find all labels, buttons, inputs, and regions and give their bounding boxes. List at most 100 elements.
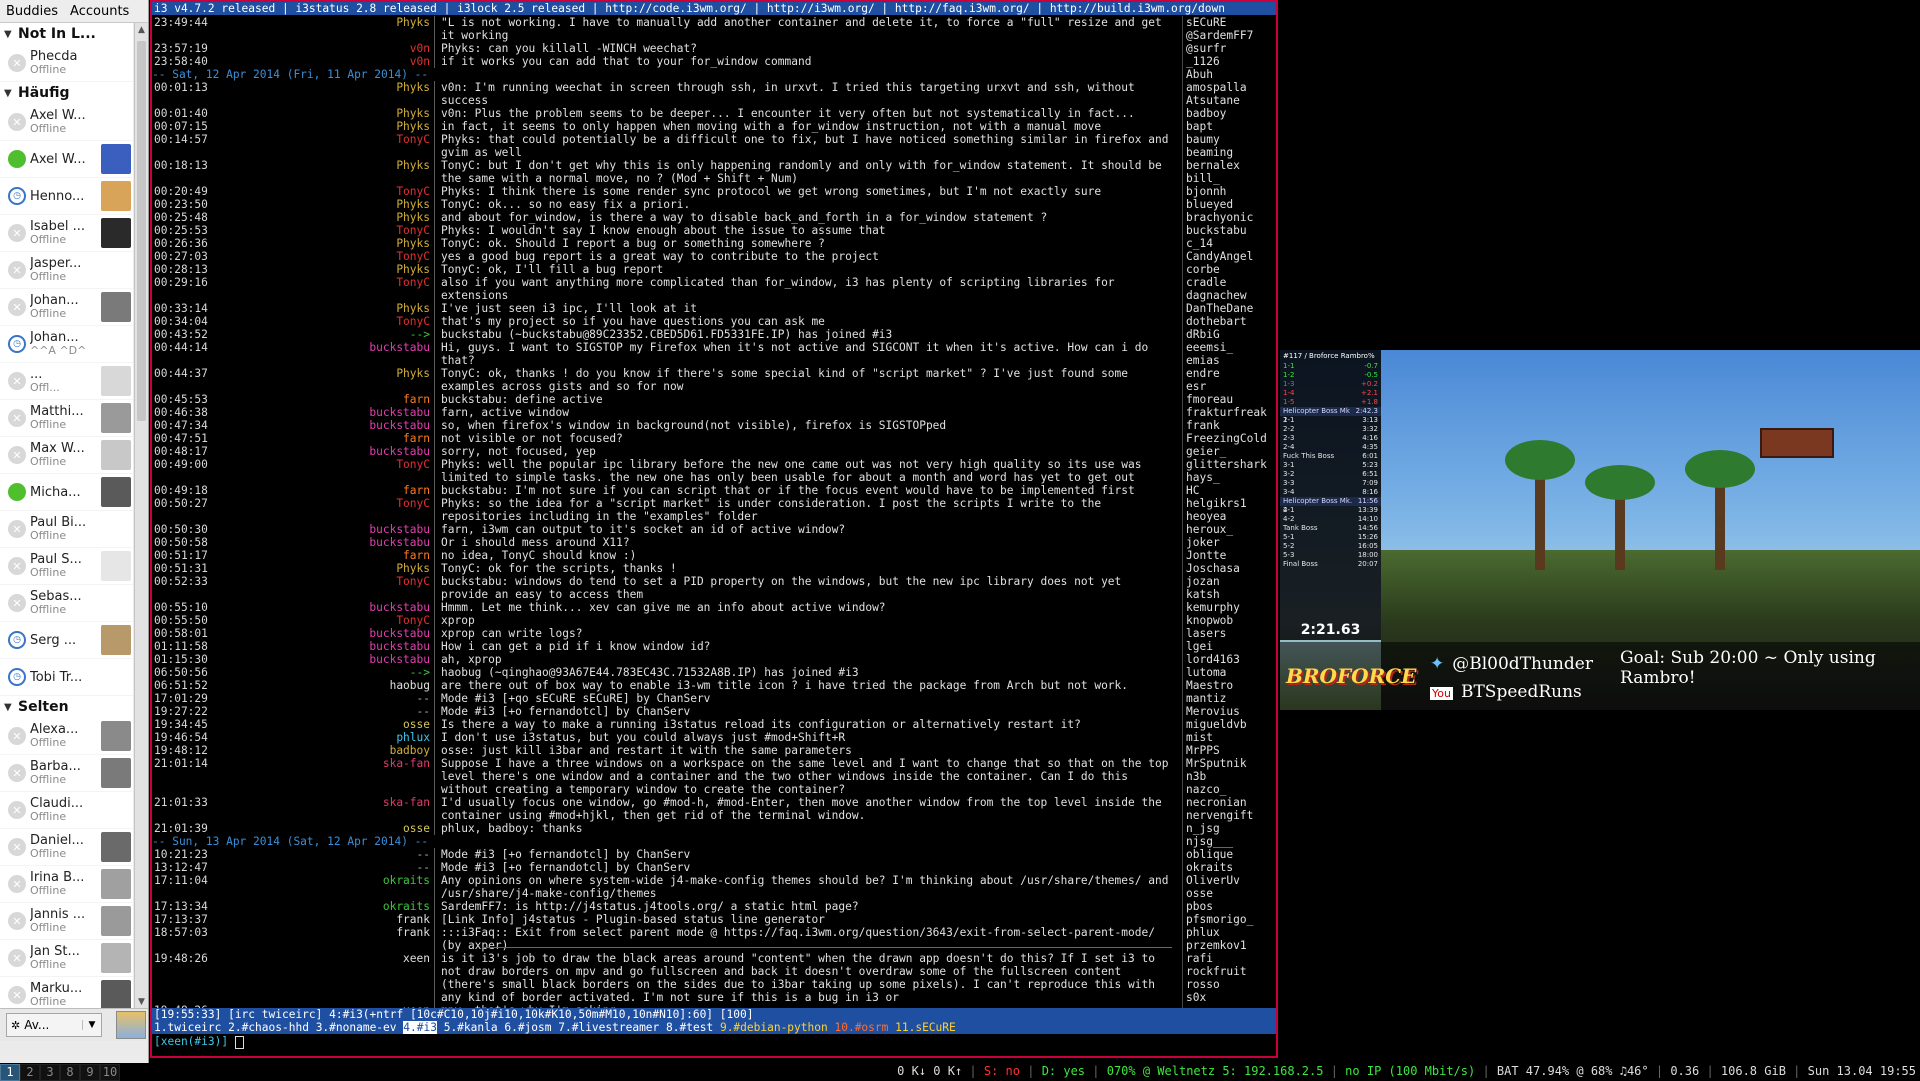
buffer-tab[interactable]: 4.#i3 xyxy=(403,1021,437,1034)
nick-entry[interactable]: eeemsi_ xyxy=(1183,341,1276,354)
nick-entry[interactable]: cradle xyxy=(1183,276,1276,289)
nick-entry[interactable]: brachyonic xyxy=(1183,211,1276,224)
nick-entry[interactable]: Joschasa xyxy=(1183,562,1276,575)
nick-entry[interactable]: n_jsg xyxy=(1183,822,1276,835)
nick-entry[interactable]: heoyea xyxy=(1183,510,1276,523)
nick-entry[interactable]: kemurphy xyxy=(1183,601,1276,614)
nick-entry[interactable]: okraits xyxy=(1183,861,1276,874)
buffer-tab[interactable]: 8.#test xyxy=(666,1021,713,1034)
nick-entry[interactable]: sECuRE xyxy=(1183,16,1276,29)
workspace-button[interactable]: 1 xyxy=(0,1064,20,1081)
buffer-tab[interactable]: 2.#chaos-hhd xyxy=(228,1021,309,1034)
nick-entry[interactable]: lord4163 xyxy=(1183,653,1276,666)
buddy-row[interactable]: ◷ Johan... ^^A ^D^ xyxy=(0,326,133,363)
nick-entry[interactable]: c_14 xyxy=(1183,237,1276,250)
buddy-row[interactable]: ◷ Henno... xyxy=(0,178,133,215)
buffer-tab[interactable]: 7.#livestreamer xyxy=(558,1021,659,1034)
buddy-row[interactable]: ✕ Matthi... Offline xyxy=(0,400,133,437)
nick-entry[interactable]: badboy xyxy=(1183,107,1276,120)
nick-entry[interactable]: fmoreau xyxy=(1183,393,1276,406)
nick-entry[interactable]: hays_ xyxy=(1183,471,1276,484)
nick-entry[interactable]: jozan xyxy=(1183,575,1276,588)
workspace-button[interactable]: 9 xyxy=(80,1064,100,1081)
buddy-row[interactable]: Axel W... xyxy=(0,141,133,178)
buddy-row[interactable]: ✕ Jan St... Offline xyxy=(0,940,133,977)
buddy-row[interactable]: ✕... Offl... xyxy=(0,363,133,400)
buffer-tab[interactable]: 6.#josm xyxy=(504,1021,551,1034)
nick-entry[interactable]: Merovius xyxy=(1183,705,1276,718)
buddy-scrollbar[interactable]: ▲ ▼ xyxy=(134,23,148,1009)
buddy-row[interactable]: ✕ Alexa... Offline xyxy=(0,718,133,755)
nick-entry[interactable]: _1126 xyxy=(1183,55,1276,68)
nick-entry[interactable]: endre xyxy=(1183,367,1276,380)
nick-entry[interactable]: przemkov1 xyxy=(1183,939,1276,952)
nick-entry[interactable]: baumy xyxy=(1183,133,1276,146)
buddy-row[interactable]: ◷ Tobi Tr... xyxy=(0,659,133,696)
nick-entry[interactable]: pbos xyxy=(1183,900,1276,913)
buddy-row[interactable]: ✕ Paul S... Offline xyxy=(0,548,133,585)
nick-list[interactable]: sECuRE @SardemFF7 @surfr _1126 Abuh amospalla… xyxy=(1182,16,1276,1008)
buddy-row[interactable]: ✕ Max W... Offline xyxy=(0,437,133,474)
nick-entry[interactable]: knopwob xyxy=(1183,614,1276,627)
nick-entry[interactable]: MrSputnik xyxy=(1183,757,1276,770)
nick-entry[interactable]: glittershark xyxy=(1183,458,1276,471)
nick-entry[interactable]: MrPPS xyxy=(1183,744,1276,757)
status-selector[interactable]: ✲ Av... ▼ xyxy=(6,1013,102,1037)
scroll-down-icon[interactable]: ▼ xyxy=(135,995,148,1009)
triangle-down-icon[interactable]: ▼ xyxy=(4,88,18,99)
nick-entry[interactable]: Maestro xyxy=(1183,679,1276,692)
buddy-row[interactable]: ✕ Daniel... Offline xyxy=(0,829,133,866)
nick-entry[interactable]: joker xyxy=(1183,536,1276,549)
nick-entry[interactable]: rosso xyxy=(1183,978,1276,991)
nick-entry[interactable]: frank xyxy=(1183,419,1276,432)
nick-entry[interactable]: frakturfreak xyxy=(1183,406,1276,419)
nick-entry[interactable]: s0x xyxy=(1183,991,1276,1004)
triangle-down-icon[interactable]: ▼ xyxy=(4,29,18,40)
nick-entry[interactable]: Abuh xyxy=(1183,68,1276,81)
buddy-row[interactable]: ✕ Barba... Offline xyxy=(0,755,133,792)
scroll-up-icon[interactable]: ▲ xyxy=(135,23,148,37)
chevron-down-icon[interactable]: ▼ xyxy=(82,1020,101,1030)
video-player[interactable]: #117 / Broforce Rambro% 1-1 -0.7 1-2 -0.5 1-… xyxy=(1280,350,1920,710)
nick-entry[interactable]: helgikrs1 xyxy=(1183,497,1276,510)
nick-entry[interactable]: phlux xyxy=(1183,926,1276,939)
group-header[interactable]: ▼ Not In L... xyxy=(0,23,133,45)
buddy-row[interactable]: ✕ Johan... Offline xyxy=(0,289,133,326)
buddy-row[interactable]: ✕ Jasper... Offline xyxy=(0,252,133,289)
nick-entry[interactable]: bernalex xyxy=(1183,159,1276,172)
nick-entry[interactable]: Jontte xyxy=(1183,549,1276,562)
nick-entry[interactable]: njsg___ xyxy=(1183,835,1276,848)
nick-entry[interactable]: buckstabu xyxy=(1183,224,1276,237)
buddy-row[interactable]: ✕ Paul Bi... Offline xyxy=(0,511,133,548)
nick-entry[interactable]: lutoma xyxy=(1183,666,1276,679)
buffer-tab[interactable]: 9.#debian-python xyxy=(720,1021,828,1034)
buddy-row[interactable]: ✕ Jannis ... Offline xyxy=(0,903,133,940)
nick-entry[interactable]: nazco_ xyxy=(1183,783,1276,796)
buddy-icon-button[interactable] xyxy=(116,1011,146,1039)
terminal-window[interactable]: i3 v4.7.2 released | i3status 2.8 releas… xyxy=(150,0,1278,1058)
nick-entry[interactable]: heroux_ xyxy=(1183,523,1276,536)
buddy-row[interactable]: ✕ Sebas... Offline xyxy=(0,585,133,622)
group-header[interactable]: ▼ Häufig xyxy=(0,82,133,104)
buddy-row[interactable]: ✕ Phecda Offline xyxy=(0,45,133,82)
nick-entry[interactable]: blueyed xyxy=(1183,198,1276,211)
nick-entry[interactable]: DanTheDane xyxy=(1183,302,1276,315)
nick-entry[interactable]: necronian xyxy=(1183,796,1276,809)
group-header[interactable]: ▼ Selten xyxy=(0,696,133,718)
nick-entry[interactable]: bill_ xyxy=(1183,172,1276,185)
nick-entry[interactable]: oblique xyxy=(1183,848,1276,861)
buffer-tab[interactable]: 10.#osrm xyxy=(834,1021,888,1034)
nick-entry[interactable]: corbe xyxy=(1183,263,1276,276)
nick-entry[interactable]: lgei xyxy=(1183,640,1276,653)
menu-accounts[interactable]: Accounts xyxy=(64,4,135,19)
buddy-row[interactable]: ◷ Serg ... xyxy=(0,622,133,659)
workspace-button[interactable]: 2 xyxy=(20,1064,40,1081)
buffer-list-bar[interactable]: 1.twiceirc 2.#chaos-hhd 3.#noname-ev 4.#… xyxy=(152,1021,1276,1034)
nick-entry[interactable]: pfsmorigo_ xyxy=(1183,913,1276,926)
buffer-tab[interactable]: 5.#kanla xyxy=(444,1021,498,1034)
buddy-row[interactable]: ✕ Isabel ... Offline xyxy=(0,215,133,252)
nick-entry[interactable]: osse xyxy=(1183,887,1276,900)
workspace-button[interactable]: 10 xyxy=(100,1064,120,1081)
nick-entry[interactable]: migueldvb xyxy=(1183,718,1276,731)
nick-entry[interactable]: n3b xyxy=(1183,770,1276,783)
